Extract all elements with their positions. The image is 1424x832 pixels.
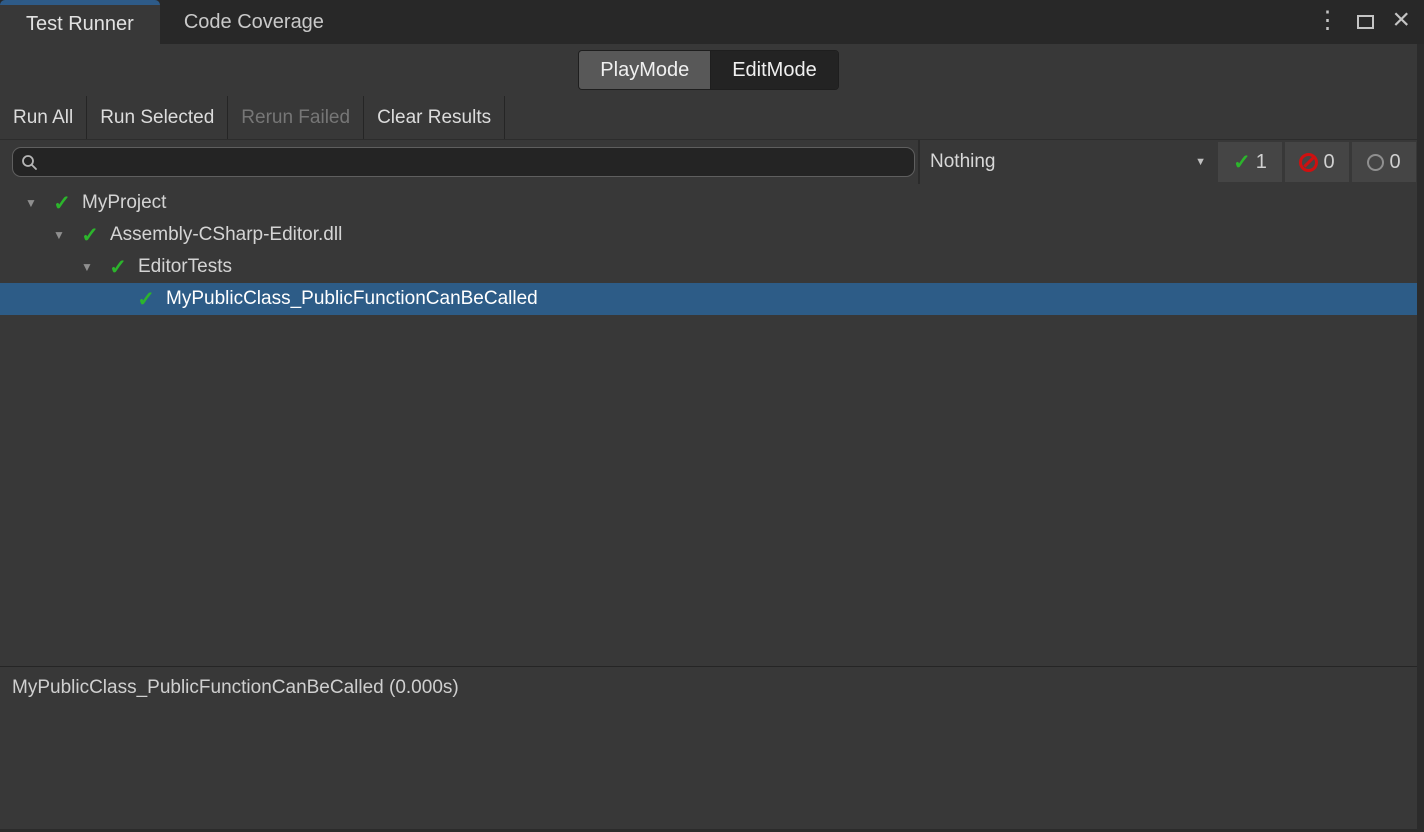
test-passed-icon: ✓: [132, 289, 160, 310]
counter-not-run[interactable]: 0: [1352, 142, 1416, 182]
tab-code-coverage-label: Code Coverage: [184, 11, 324, 34]
mode-toggle-group: PlayMode EditMode: [578, 50, 838, 90]
result-counters: ✓1 0 0: [1218, 142, 1416, 182]
search-box[interactable]: [12, 147, 915, 177]
search-input[interactable]: [44, 151, 906, 174]
toolbar-button-run-all[interactable]: Run All: [0, 96, 87, 139]
window-content: PlayMode EditMode Run AllRun SelectedRer…: [0, 44, 1424, 832]
not-run-icon: [1367, 154, 1384, 171]
tree-item-assembly-csharp-editor-dll[interactable]: ▼✓ Assembly-CSharp-Editor.dll: [0, 219, 1417, 251]
tab-test-runner[interactable]: Test Runner: [0, 0, 160, 44]
counter-count: 1: [1256, 151, 1267, 174]
editmode-button[interactable]: EditMode: [710, 51, 838, 89]
toolbar: Run AllRun SelectedRerun FailedClear Res…: [0, 96, 1417, 140]
test-passed-icon: ✓: [76, 225, 104, 246]
tab-test-runner-label: Test Runner: [26, 13, 134, 36]
counter-count: 0: [1389, 151, 1400, 174]
failed-icon: [1299, 153, 1318, 172]
tree-item-label: Assembly-CSharp-Editor.dll: [110, 224, 342, 246]
filter-dropdown[interactable]: Nothing ▼: [918, 140, 1218, 184]
filter-row: Nothing ▼ ✓1 0 0: [0, 140, 1417, 184]
passed-icon: ✓: [1233, 152, 1251, 173]
test-passed-icon: ✓: [104, 257, 132, 278]
toolbar-button-rerun-failed: Rerun Failed: [228, 96, 364, 139]
tree-item-myproject[interactable]: ▼✓ MyProject: [0, 187, 1417, 219]
close-icon[interactable]: ×: [1392, 5, 1410, 35]
kebab-menu-icon[interactable]: ⋮: [1315, 9, 1339, 33]
tree-item-editortests[interactable]: ▼✓ EditorTests: [0, 251, 1417, 283]
foldout-triangle-icon[interactable]: ▼: [14, 196, 48, 210]
tab-code-coverage[interactable]: Code Coverage: [160, 0, 348, 44]
toolbar-button-run-selected[interactable]: Run Selected: [87, 96, 228, 139]
tree-item-label: MyProject: [82, 192, 166, 214]
window-controls: ⋮ ×: [1315, 0, 1424, 44]
foldout-triangle-icon[interactable]: ▼: [42, 228, 76, 242]
test-runner-window: Test Runner Code Coverage ⋮ × PlayMode E…: [0, 0, 1424, 832]
tab-bar: Test Runner Code Coverage ⋮ ×: [0, 0, 1424, 44]
search-icon: [21, 154, 38, 171]
counter-passed[interactable]: ✓1: [1218, 142, 1282, 182]
filter-dropdown-value: Nothing: [930, 151, 996, 173]
tree-item-label: EditorTests: [138, 256, 232, 278]
playmode-label: PlayMode: [600, 59, 689, 82]
test-result-summary: MyPublicClass_PublicFunctionCanBeCalled …: [12, 677, 459, 698]
toolbar-button-clear-results[interactable]: Clear Results: [364, 96, 505, 139]
maximize-icon[interactable]: [1357, 15, 1374, 29]
tree-item-label: MyPublicClass_PublicFunctionCanBeCalled: [166, 288, 538, 310]
chevron-down-icon: ▼: [1195, 156, 1206, 168]
test-details-panel: MyPublicClass_PublicFunctionCanBeCalled …: [0, 666, 1417, 829]
playmode-button[interactable]: PlayMode: [579, 51, 710, 89]
editmode-label: EditMode: [732, 59, 817, 82]
foldout-triangle-icon[interactable]: ▼: [70, 260, 104, 274]
test-tree: ▼✓MyProject▼✓Assembly-CSharp-Editor.dll▼…: [0, 184, 1417, 666]
tree-item-mypublicclass-publicfunctioncanbecalled[interactable]: ✓ MyPublicClass_PublicFunctionCanBeCalled: [0, 283, 1417, 315]
mode-toggle-row: PlayMode EditMode: [0, 44, 1417, 96]
counter-count: 0: [1323, 151, 1334, 174]
tab-bar-spacer: [348, 0, 1316, 44]
counter-failed[interactable]: 0: [1285, 142, 1349, 182]
test-passed-icon: ✓: [48, 193, 76, 214]
